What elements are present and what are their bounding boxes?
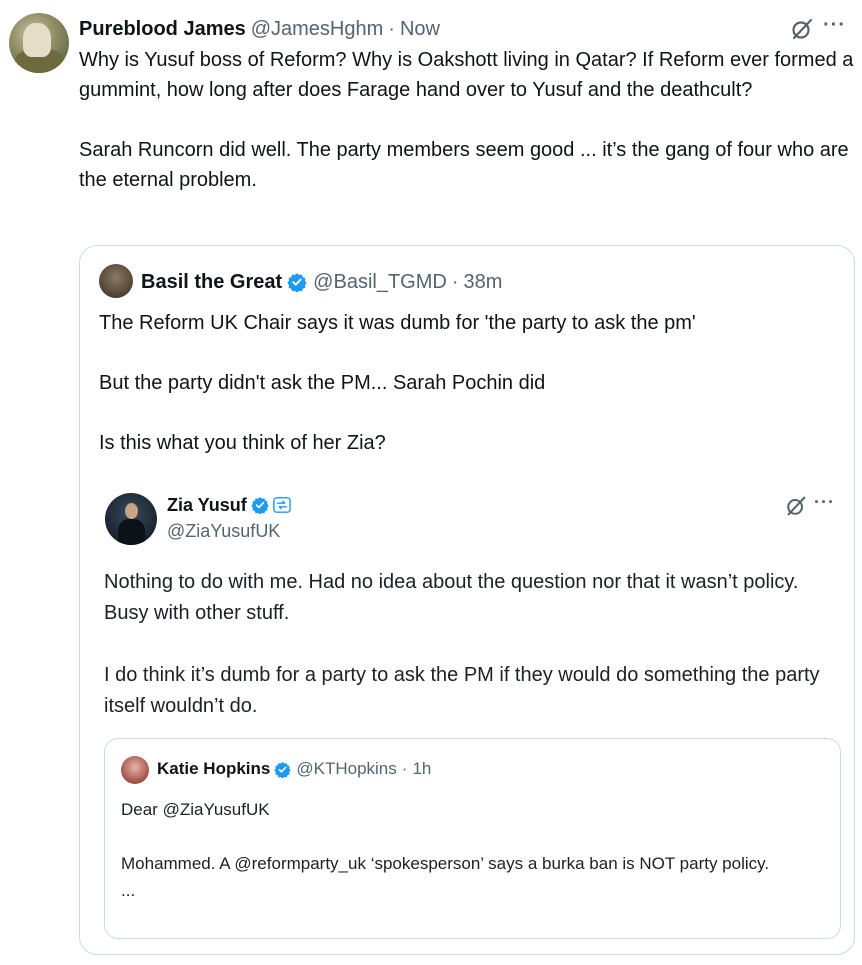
more-icon: ··· xyxy=(814,492,835,512)
quoted-post-text: The Reform UK Chair says it was dumb for… xyxy=(99,308,839,458)
embedded-post-handle: @ZiaYusufUK xyxy=(167,521,281,541)
nested-quote-handle: @KTHopkins xyxy=(296,759,397,778)
verified-badge-icon xyxy=(251,497,269,514)
avatar-katie-hopkins xyxy=(121,756,149,784)
nested-quote-ellipsis: ... xyxy=(121,881,136,900)
avatar-zia-yusuf xyxy=(105,493,157,545)
embedded-post-display-name: Zia Yusuf xyxy=(167,494,247,515)
nested-quote-time: 1h xyxy=(412,759,432,778)
quoted-post-display-name[interactable]: Basil the Great xyxy=(141,271,282,294)
main-post-separator: · xyxy=(388,17,395,40)
nested-quote-display-name: Katie Hopkins xyxy=(157,759,271,778)
nested-quote-greeting: Dear @ZiaYusufUK xyxy=(121,800,270,819)
main-post-paragraph: Sarah Runcorn did well. The party member… xyxy=(79,139,849,191)
avatar-pureblood-james[interactable] xyxy=(9,13,69,73)
more-icon[interactable]: ··· xyxy=(823,14,846,37)
verified-badge-icon xyxy=(274,761,292,778)
embedded-post-paragraph: I do think it’s dumb for a party to ask … xyxy=(104,664,820,717)
main-post-header: Pureblood James @JamesHghm · Now xyxy=(79,16,440,42)
quoted-post-paragraph: But the party didn't ask the PM... Sarah… xyxy=(99,372,546,394)
quoted-post-time[interactable]: 38m xyxy=(464,271,503,294)
verified-badge-icon xyxy=(287,273,307,292)
grok-icon[interactable] xyxy=(790,17,814,41)
main-post-paragraph: Why is Yusuf boss of Reform? Why is Oaks… xyxy=(79,49,854,101)
main-post-display-name[interactable]: Pureblood James xyxy=(79,18,246,41)
quoted-post-handle[interactable]: @Basil_TGMD xyxy=(313,271,447,294)
main-post-text: Why is Yusuf boss of Reform? Why is Oaks… xyxy=(79,45,854,195)
quoted-post-separator: · xyxy=(451,270,459,293)
quoted-post-paragraph: The Reform UK Chair says it was dumb for… xyxy=(99,312,696,334)
quoted-post-header: Basil the Great @Basil_TGMD · 38m xyxy=(141,269,502,295)
affiliate-badge-icon xyxy=(272,497,291,513)
nested-quote-header: Katie Hopkins @KTHopkins · 1h xyxy=(157,758,431,780)
embedded-post-paragraph: Nothing to do with me. Had no idea about… xyxy=(104,571,799,624)
nested-quote-text: Dear @ZiaYusufUK Mohammed. A @reformpart… xyxy=(121,796,831,904)
main-post-time[interactable]: Now xyxy=(400,18,440,41)
embedded-post-text: Nothing to do with me. Had no idea about… xyxy=(104,567,844,722)
main-post-handle[interactable]: @JamesHghm xyxy=(251,18,384,41)
nested-quote-separator: · xyxy=(401,759,408,778)
embedded-post-header: Zia Yusuf xyxy=(167,493,291,517)
avatar-basil-the-great[interactable] xyxy=(99,264,133,298)
quoted-post-paragraph: Is this what you think of her Zia? xyxy=(99,432,386,454)
grok-icon xyxy=(787,496,806,516)
nested-quote-body: Mohammed. A @reformparty_uk ‘spokesperso… xyxy=(121,854,770,873)
